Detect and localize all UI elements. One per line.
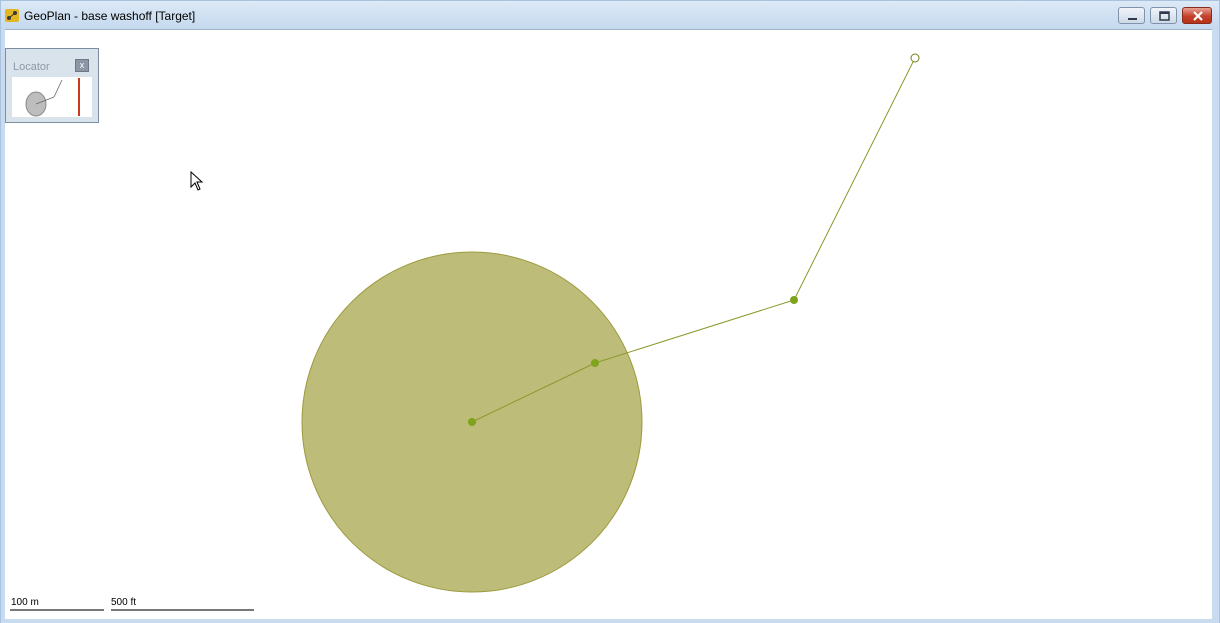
node[interactable] bbox=[591, 359, 599, 367]
scale-imperial-label: 500 ft bbox=[111, 597, 137, 608]
node[interactable] bbox=[790, 296, 798, 304]
title-bar[interactable]: GeoPlan - base washoff [Target] bbox=[1, 1, 1219, 29]
minimize-button[interactable] bbox=[1118, 7, 1145, 24]
locator-close-button[interactable]: x bbox=[75, 59, 89, 72]
map-canvas[interactable]: Locator x 100 m 500 ft bbox=[5, 29, 1212, 619]
window-title: GeoPlan - base washoff [Target] bbox=[24, 9, 196, 23]
scale-imperial-bar bbox=[111, 609, 254, 611]
conduit-link[interactable] bbox=[594, 299, 795, 364]
close-button[interactable] bbox=[1182, 7, 1212, 24]
close-icon bbox=[1193, 11, 1203, 21]
scale-metric-label: 100 m bbox=[11, 597, 39, 608]
locator-title: Locator bbox=[13, 61, 50, 73]
network-map[interactable] bbox=[5, 30, 1212, 620]
geoplan-app-icon bbox=[5, 9, 19, 22]
locator-overview-map[interactable] bbox=[12, 77, 92, 117]
minimize-icon bbox=[1128, 18, 1137, 20]
conduit-link[interactable] bbox=[793, 57, 916, 301]
scale-metric-bar bbox=[10, 609, 104, 611]
restore-icon bbox=[1159, 11, 1170, 21]
outfall-node[interactable] bbox=[910, 53, 920, 63]
window-bottom-border bbox=[1, 619, 1219, 623]
mouse-cursor-icon bbox=[190, 171, 204, 191]
restore-button[interactable] bbox=[1150, 7, 1177, 24]
geoplan-window: GeoPlan - base washoff [Target] Locator … bbox=[0, 0, 1220, 623]
node[interactable] bbox=[468, 418, 476, 426]
locator-overview-graphic bbox=[25, 78, 80, 117]
locator-panel[interactable]: Locator x bbox=[5, 48, 99, 123]
